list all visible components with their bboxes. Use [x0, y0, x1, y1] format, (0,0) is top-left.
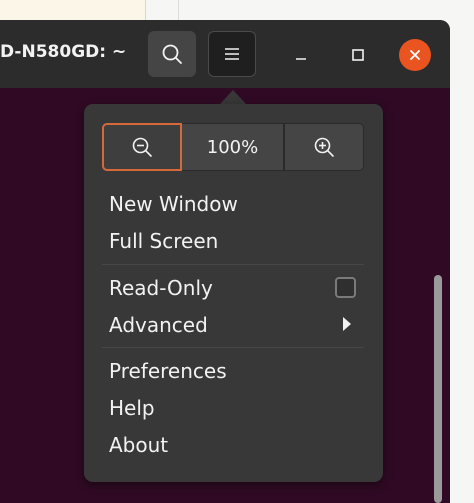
- menu-item-full-screen[interactable]: Full Screen: [109, 229, 218, 253]
- menu-item-advanced[interactable]: Advanced: [109, 313, 208, 337]
- read-only-checkbox[interactable]: [335, 277, 356, 298]
- menu-item-new-window[interactable]: New Window: [109, 192, 238, 216]
- menu-item-about[interactable]: About: [109, 433, 168, 457]
- main-menu-popover: 100% New Window Full Screen Read-Only Ad…: [84, 104, 383, 482]
- desktop: D-N580GD: ~ 100% New Window Full Screen …: [0, 0, 474, 503]
- zoom-out-icon: [132, 137, 152, 157]
- search-button[interactable]: [148, 31, 196, 77]
- minimize-button[interactable]: [284, 38, 318, 72]
- close-button[interactable]: [399, 39, 431, 71]
- headerbar: D-N580GD: ~: [0, 20, 450, 88]
- menu-item-preferences[interactable]: Preferences: [109, 359, 227, 383]
- menu-item-read-only[interactable]: Read-Only: [109, 276, 213, 300]
- submenu-arrow-icon: [343, 317, 351, 331]
- minimize-icon: [296, 58, 306, 60]
- menu-item-help[interactable]: Help: [109, 396, 155, 420]
- menu-separator: [102, 347, 364, 348]
- maximize-icon: [352, 49, 364, 61]
- zoom-in-icon: [314, 137, 334, 157]
- close-icon: [410, 50, 420, 60]
- menu-separator: [102, 264, 364, 265]
- zoom-controls: 100%: [102, 123, 364, 171]
- terminal-scrollbar[interactable]: [434, 275, 442, 503]
- window-title: D-N580GD: ~: [0, 42, 127, 62]
- main-menu-button[interactable]: [208, 31, 256, 77]
- popover-arrow: [220, 90, 246, 104]
- zoom-out-button[interactable]: [102, 123, 182, 171]
- maximize-button[interactable]: [341, 38, 375, 72]
- zoom-level-button[interactable]: 100%: [182, 123, 284, 171]
- zoom-in-button[interactable]: [284, 123, 364, 171]
- background-window: [0, 0, 146, 20]
- background-divider: [178, 0, 179, 20]
- search-icon: [162, 44, 182, 64]
- hamburger-menu-icon: [225, 48, 239, 60]
